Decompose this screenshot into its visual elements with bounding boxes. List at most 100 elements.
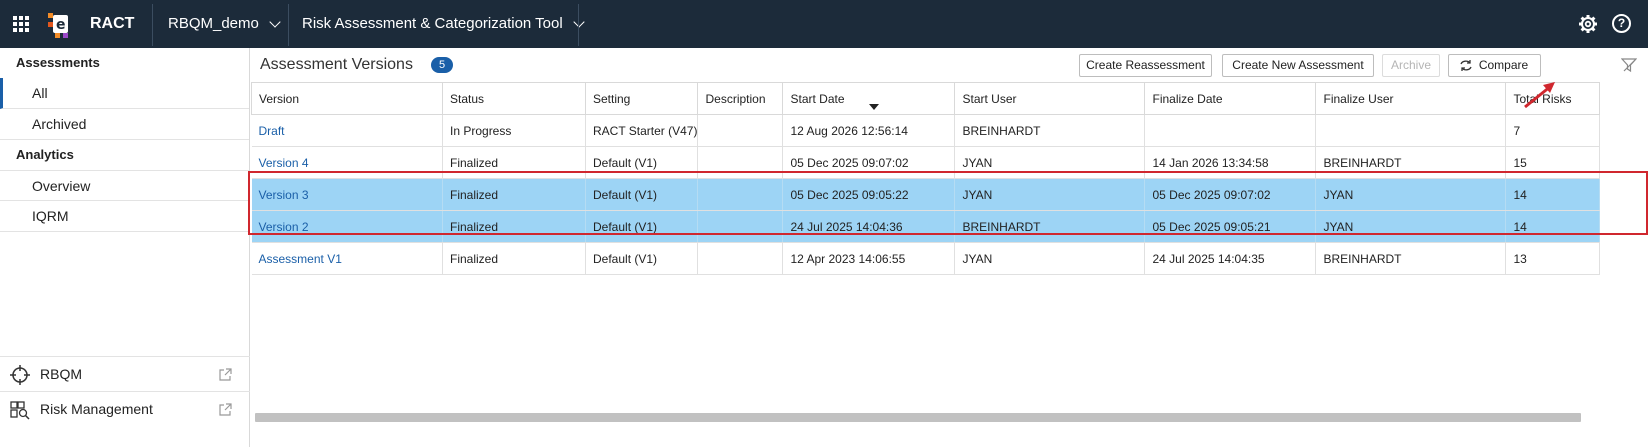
cell-start-user: JYAN	[954, 178, 1146, 211]
logo: e	[48, 13, 68, 38]
table-header-row: Version Status Setting Description Start…	[251, 82, 1601, 115]
column-header-status[interactable]: Status	[442, 82, 586, 115]
page-title: Assessment Versions	[260, 56, 413, 73]
cell-finalize-user: JYAN	[1315, 210, 1507, 243]
apps-grid-icon[interactable]	[13, 16, 29, 32]
sidebar-item-label: Overview	[32, 178, 91, 194]
sidebar-footer-label: RBQM	[40, 366, 82, 382]
cell-setting: Default (V1)	[585, 210, 699, 243]
cell-setting: Default (V1)	[585, 146, 699, 179]
cell-status: Finalized	[442, 210, 586, 243]
cell-finalize-user: BREINHARDT	[1315, 242, 1507, 275]
cell-description	[697, 210, 784, 243]
cell-start-date: 05 Dec 2025 09:05:22	[782, 178, 956, 211]
cell-finalize-date	[1144, 114, 1317, 147]
sidebar-item-label: Archived	[32, 116, 87, 132]
cell-status: Finalized	[442, 146, 586, 179]
column-header-start-date[interactable]: Start Date	[782, 82, 956, 115]
tool-dropdown-label: Risk Assessment & Categorization Tool	[302, 15, 563, 32]
column-header-description[interactable]: Description	[697, 82, 784, 115]
project-dropdown[interactable]: RBQM_demo	[168, 15, 281, 32]
cell-setting: Default (V1)	[585, 242, 699, 275]
version-link[interactable]: Version 2	[251, 210, 443, 243]
cell-start-user: BREINHARDT	[954, 114, 1146, 147]
sync-icon	[1460, 60, 1472, 71]
external-link-icon	[219, 368, 232, 381]
svg-text:e: e	[56, 17, 66, 33]
help-icon[interactable]: ?	[1612, 14, 1631, 33]
cell-finalize-user: BREINHARDT	[1315, 146, 1507, 179]
cell-finalize-date: 05 Dec 2025 09:05:21	[1144, 210, 1317, 243]
column-header-finalize-date[interactable]: Finalize Date	[1144, 82, 1317, 115]
divider	[288, 4, 289, 46]
cell-start-date: 24 Jul 2025 14:04:36	[782, 210, 956, 243]
cell-finalize-user: JYAN	[1315, 178, 1507, 211]
sidebar-link-rbqm[interactable]: RBQM	[0, 356, 250, 391]
column-header-setting[interactable]: Setting	[584, 82, 699, 115]
create-new-assessment-button[interactable]: Create New Assessment	[1222, 54, 1374, 77]
cell-finalize-date: 24 Jul 2025 14:04:35	[1144, 242, 1317, 275]
table-row-selected[interactable]: Version 3 Finalized Default (V1) 05 Dec …	[251, 178, 1601, 211]
table-row-selected[interactable]: Version 2 Finalized Default (V1) 24 Jul …	[251, 210, 1601, 243]
project-dropdown-label: RBQM_demo	[168, 15, 259, 32]
sort-descending-icon	[869, 104, 880, 110]
sidebar-item-archived[interactable]: Archived	[0, 109, 249, 140]
sidebar-item-all[interactable]: All	[0, 78, 249, 109]
create-reassessment-button[interactable]: Create Reassessment	[1079, 54, 1212, 77]
tool-dropdown[interactable]: Risk Assessment & Categorization Tool	[302, 15, 585, 32]
sidebar-heading-analytics: Analytics	[16, 147, 74, 162]
top-bar: e RACT RBQM_demo Risk Assessment & Categ…	[0, 0, 1648, 48]
cell-setting: Default (V1)	[585, 178, 699, 211]
sidebar-item-iqrm[interactable]: IQRM	[0, 201, 249, 232]
cell-total-risks: 14	[1505, 210, 1601, 243]
cell-start-date: 12 Aug 2026 12:56:14	[782, 114, 956, 147]
column-header-start-user[interactable]: Start User	[954, 82, 1146, 115]
gear-icon[interactable]	[1578, 14, 1598, 34]
version-link[interactable]: Version 4	[251, 146, 443, 179]
cell-finalize-user	[1315, 114, 1507, 147]
horizontal-scrollbar[interactable]	[255, 413, 1581, 422]
table-row[interactable]: Assessment V1 Finalized Default (V1) 12 …	[251, 242, 1601, 275]
cell-description	[697, 146, 784, 179]
cell-status: Finalized	[442, 242, 586, 275]
main-panel: Assessment Versions 5 Create Reassessmen…	[248, 48, 1648, 447]
cell-start-user: JYAN	[954, 146, 1146, 179]
cell-description	[697, 242, 784, 275]
column-header-label: Start Date	[790, 91, 845, 106]
sidebar-footer-label: Risk Management	[40, 401, 153, 417]
version-link[interactable]: Assessment V1	[251, 242, 443, 275]
version-link[interactable]: Version 3	[251, 178, 443, 211]
cell-total-risks: 14	[1505, 178, 1601, 211]
filter-icon[interactable]	[1621, 57, 1637, 73]
cell-start-user: BREINHARDT	[954, 210, 1146, 243]
cell-status: Finalized	[442, 178, 586, 211]
archive-button[interactable]: Archive	[1382, 54, 1440, 77]
sidebar: Assessments All Archived Analytics Overv…	[0, 48, 250, 447]
crosshair-icon	[10, 365, 30, 385]
external-link-icon	[219, 403, 232, 416]
column-header-finalize-user[interactable]: Finalize User	[1315, 82, 1507, 115]
compare-button[interactable]: Compare	[1448, 54, 1541, 77]
sidebar-link-risk-management[interactable]: Risk Management	[0, 391, 250, 426]
compare-button-label: Compare	[1478, 58, 1529, 72]
sidebar-item-label: IQRM	[32, 208, 69, 224]
sidebar-item-label: All	[32, 85, 48, 101]
cell-description	[697, 178, 784, 211]
version-link[interactable]: Draft	[251, 114, 443, 147]
cell-finalize-date: 14 Jan 2026 13:34:58	[1144, 146, 1317, 179]
sidebar-item-overview[interactable]: Overview	[0, 170, 249, 201]
versions-table: Version Status Setting Description Start…	[251, 82, 1601, 275]
divider	[152, 4, 153, 46]
count-badge: 5	[431, 57, 453, 73]
cell-start-date: 12 Apr 2023 14:06:55	[782, 242, 956, 275]
cell-start-date: 05 Dec 2025 09:07:02	[782, 146, 956, 179]
table-row[interactable]: Draft In Progress RACT Starter (V47) 12 …	[251, 114, 1601, 147]
cell-total-risks: 15	[1505, 146, 1601, 179]
column-header-version[interactable]: Version	[251, 82, 443, 115]
cell-finalize-date: 05 Dec 2025 09:07:02	[1144, 178, 1317, 211]
table-row[interactable]: Version 4 Finalized Default (V1) 05 Dec …	[251, 146, 1601, 179]
app-name: RACT	[90, 15, 135, 32]
cell-description	[697, 114, 784, 147]
cell-total-risks: 7	[1505, 114, 1601, 147]
cell-start-user: JYAN	[954, 242, 1146, 275]
